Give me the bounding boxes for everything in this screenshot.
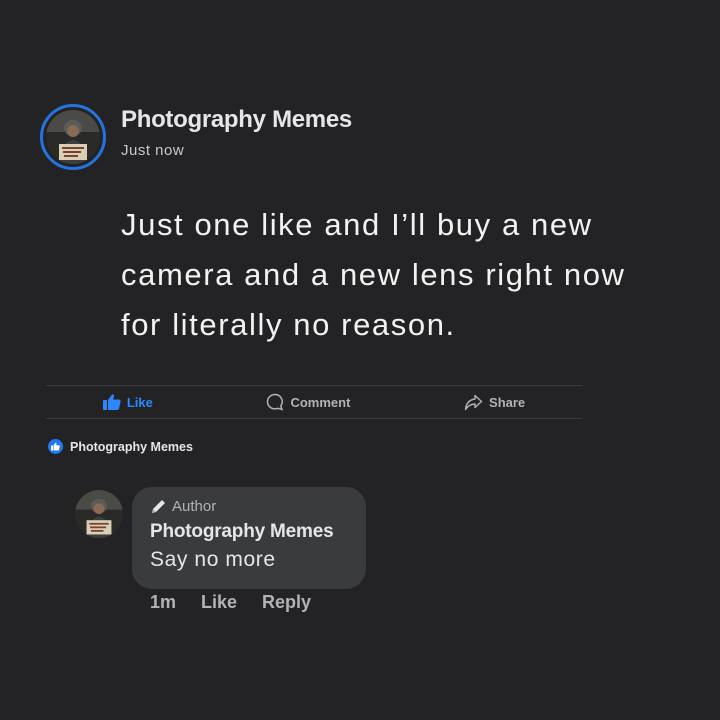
share-label: Share [489, 394, 526, 410]
author-badge: Author [150, 498, 348, 515]
comment-label: Comment [290, 394, 351, 410]
comment-bubble-icon [267, 393, 284, 411]
like-reaction-icon [48, 439, 63, 454]
comment-text: Say no more [150, 548, 276, 571]
like-button[interactable]: Like [102, 394, 153, 410]
pencil-icon [152, 500, 165, 513]
avatar-image [46, 110, 100, 164]
like-label: Like [126, 394, 153, 410]
comment-bubble: Author Photography Memes Say no more [132, 487, 366, 589]
author-tag-label: Author [172, 498, 217, 515]
share-arrow-icon [464, 394, 483, 410]
comment-avatar[interactable] [75, 490, 123, 538]
page-name[interactable]: Photography Memes [121, 106, 352, 134]
page-avatar[interactable] [40, 104, 106, 170]
thumbs-up-icon [102, 394, 121, 410]
comment-author-name[interactable]: Photography Memes [150, 521, 348, 543]
share-button[interactable]: Share [464, 394, 525, 411]
comment-like-button[interactable]: Like [201, 592, 237, 613]
comment-meta: 1m Like Reply [150, 592, 336, 613]
post-text: Just one like and I’ll buy a new camera … [121, 207, 626, 342]
post-action-bar: Like Comment Share [46, 385, 582, 419]
post-timestamp[interactable]: Just now [121, 142, 352, 159]
post-header: Photography Memes Just now [40, 104, 352, 170]
reaction-summary[interactable]: Photography Memes [48, 439, 193, 454]
comment-button[interactable]: Comment [266, 393, 350, 411]
comment-time[interactable]: 1m [150, 592, 176, 613]
comment-reply-button[interactable]: Reply [262, 592, 311, 613]
reactor-name: Photography Memes [70, 439, 193, 454]
